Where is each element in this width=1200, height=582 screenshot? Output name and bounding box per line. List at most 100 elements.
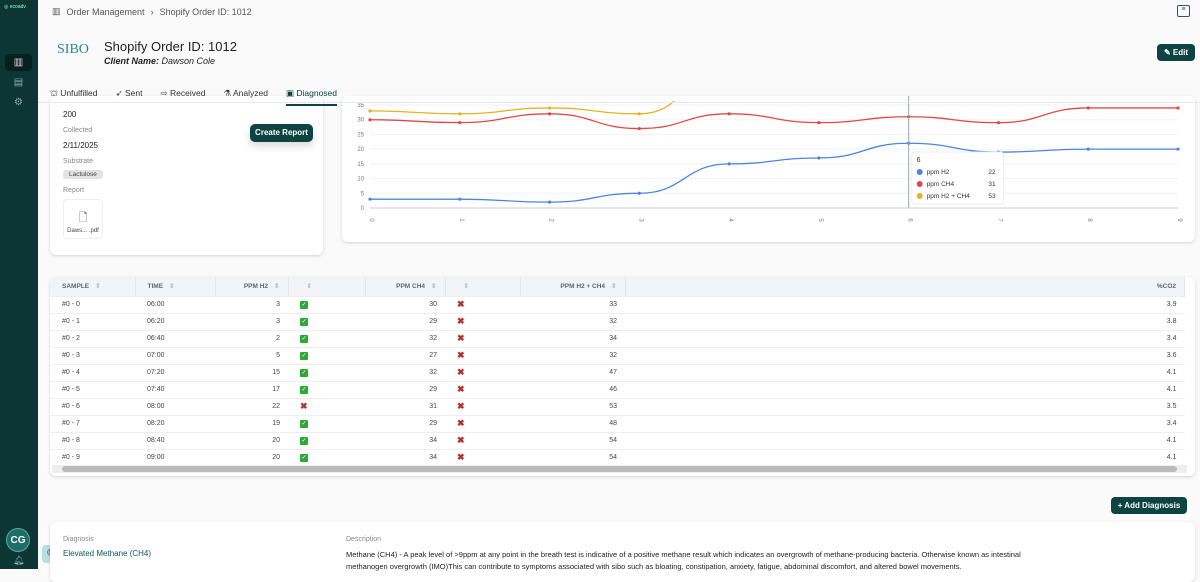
sidebar-item-orders[interactable]: ▥ [5,54,32,71]
table-row[interactable]: #0 - 4 07:20 15 ✓ 32 ✖ 47 4.1 [50,363,1185,381]
data-point[interactable] [547,106,552,110]
table-row[interactable]: #0 - 9 09:00 20 ✓ 34 ✖ 54 4.1 [50,448,1185,466]
column-header[interactable]: ⇕ [445,277,521,296]
avatar[interactable]: CG [6,528,30,552]
x-tick-label: 3 [637,218,643,222]
collected-label: Collected [63,127,93,134]
table-row[interactable]: #0 - 2 06:40 2 ✓ 32 ✖ 34 3.4 [50,329,1185,347]
tab-label: Unfulfilled [60,88,98,98]
table-row[interactable]: #0 - 6 08:00 22 ✖ 31 ✖ 53 3.5 [50,397,1185,415]
sort-icon[interactable]: ⇕ [611,283,616,290]
sidebar-item-settings[interactable]: ⚙ [5,94,32,111]
column-header[interactable]: PPM CH4 ⇕ [365,277,446,296]
data-point[interactable] [1086,147,1090,151]
cross-icon: ✖ [457,367,465,377]
data-point[interactable] [727,112,731,116]
status-tabs: ⛫ Unfulfilled ➶ Sent ⇨ Received ⚗ Analyzed ▣… [50,88,337,106]
x-tick-label: 2 [548,218,554,222]
sort-icon[interactable]: ⇕ [95,283,100,290]
horizontal-scrollbar[interactable] [52,465,1187,473]
table-row[interactable]: #0 - 7 08:20 19 ✓ 29 ✖ 48 3.4 [50,414,1185,432]
table-row[interactable]: #0 - 5 07:40 17 ✓ 29 ✖ 46 4.1 [50,380,1185,398]
data-point[interactable] [368,118,372,122]
column-header[interactable]: PPM H2 ⇕ [215,277,289,296]
tab-received[interactable]: ⇨ Received [161,88,206,106]
tab-sent[interactable]: ➶ Sent [116,88,143,106]
bell-icon[interactable]: 🔔︎ [13,555,24,566]
sibo-logo: SIBO [57,42,89,57]
data-point[interactable] [1176,106,1180,110]
tab-analyzed[interactable]: ⚗ Analyzed [223,88,268,106]
sort-icon[interactable]: ⇕ [169,283,174,290]
data-point[interactable] [817,156,821,160]
data-point[interactable] [1176,147,1180,151]
breadcrumb-parent[interactable]: Order Management [67,7,145,17]
create-report-button[interactable]: Create Report [250,124,313,142]
cross-icon: ✖ [457,316,465,326]
data-point[interactable] [368,109,372,113]
table-cell: ✖ [445,397,520,415]
report-file[interactable]: 🗋 Daws... .pdf [63,199,103,239]
tab-label: Sent [125,88,143,98]
data-point[interactable] [637,191,641,195]
brand-logo: ◎ ecoadv [4,4,26,10]
tab-label: Analyzed [232,88,268,98]
sort-icon[interactable]: ⇕ [464,283,469,290]
column-header[interactable]: PPM H2 + CH4 ⇕ [520,277,626,296]
table-cell: 47 [520,363,625,381]
column-header[interactable]: %CO2 [625,277,1185,296]
header-label: TIME [147,283,164,291]
edit-button[interactable]: ✎ Edit [1157,44,1195,61]
tab-diagnosed[interactable]: ▣ Diagnosed [285,88,337,106]
diagnosis-value[interactable]: Elevated Methane (CH4) [63,549,151,558]
table-cell: 20 [215,431,288,449]
table-cell: 33 [520,295,625,313]
chart-card: 0 5 10 15 20 25 30 35 0 1 2 3 4 5 6 7 8 9 6 ppm H2 22 ppm CH4… [342,46,1195,242]
column-header[interactable]: SAMPLE ⇕ [50,277,136,296]
table-cell: 32 [365,329,445,347]
table-row[interactable]: #0 - 3 07:00 5 ✓ 27 ✖ 32 3.6 [50,346,1185,364]
table-cell: 48 [520,414,625,432]
tab-label: Received [170,88,206,98]
table-row[interactable]: #0 - 1 06:20 3 ✓ 29 ✖ 32 3.8 [50,312,1185,330]
add-diagnosis-button[interactable]: + Add Diagnosis [1111,497,1187,514]
table-cell: ✓ [288,295,365,313]
table-row[interactable]: #0 - 0 06:00 3 ✓ 30 ✖ 33 3.9 [50,295,1185,313]
table-cell: #0 - 9 [50,448,135,466]
data-point[interactable] [547,200,552,204]
data-point[interactable] [368,197,372,201]
cross-icon: ✖ [457,333,465,343]
tab-icon: ➶ [115,88,123,98]
data-point[interactable] [637,126,641,131]
data-point[interactable] [458,121,462,125]
data-point[interactable] [458,112,462,116]
data-point[interactable] [817,121,821,125]
table-row[interactable]: #0 - 8 08:40 20 ✓ 34 ✖ 54 4.1 [50,431,1185,449]
data-point[interactable] [458,197,462,201]
y-tick-label: 15 [357,162,364,168]
table-cell: 54 [520,448,625,466]
data-point[interactable] [996,121,1001,125]
tooltip-series: ppm H2 + CH4 [927,193,971,200]
sort-icon[interactable]: ⇕ [307,283,312,290]
header-label: PPM H2 + CH4 [560,283,606,291]
message-icon[interactable]: ≡ [1177,5,1190,17]
sidebar-item-documents[interactable]: ▤ [5,74,32,91]
column-header[interactable]: TIME ⇕ [135,277,216,296]
table-cell: ✖ [445,346,520,364]
table-cell: 20 [215,448,288,466]
table-cell: 22 [215,397,288,415]
chart-tooltip: 6 ppm H2 22 ppm CH4 31 ppm H2 + CH4 53 [911,151,1005,205]
table-cell: 4.1 [625,363,1185,381]
check-icon: ✓ [300,453,308,462]
data-point[interactable] [1086,106,1090,110]
table-cell: 08:40 [135,431,215,449]
column-header[interactable]: ⇕ [288,277,366,296]
tab-unfulfilled[interactable]: ⛫ Unfulfilled [50,88,98,106]
data-point[interactable] [727,162,731,166]
data-point[interactable] [637,112,641,116]
sort-icon[interactable]: ⇕ [274,283,279,290]
sort-icon[interactable]: ⇕ [431,283,436,290]
data-point[interactable] [547,112,552,116]
tab-icon: ⛫ [50,88,58,98]
